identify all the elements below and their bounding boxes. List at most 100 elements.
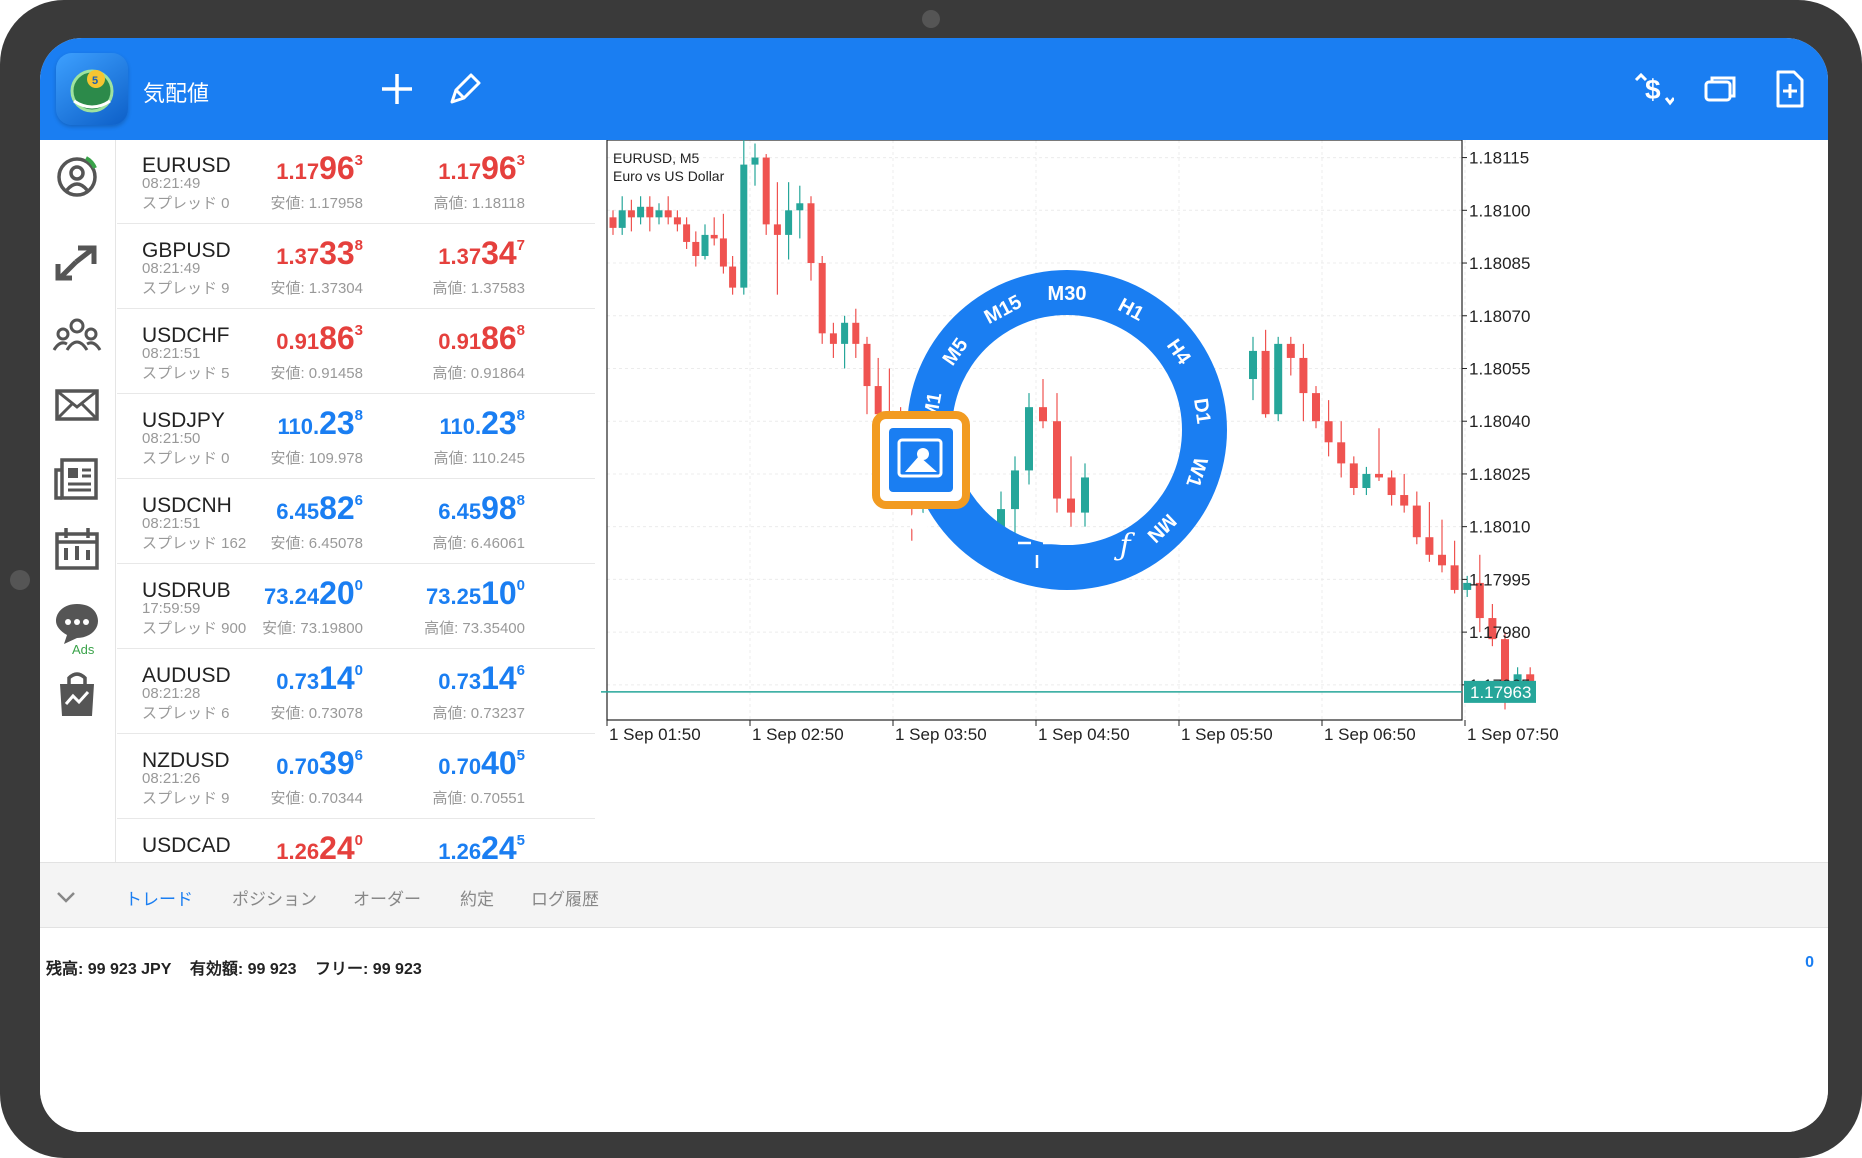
candle-body [618,210,626,228]
timeframe-d1[interactable]: D1 [1189,397,1214,425]
gear-icon [909,512,929,532]
candle-body [1362,473,1371,488]
quote-row[interactable]: NZDUSD 08:21:26 スプレッド 9 0.70396 0.70405 安値: 0… [117,735,595,819]
low-value: 安値: 0.73078 [270,705,363,722]
x-tick-label: 1 Sep 06:50 [1324,725,1416,744]
y-tick-label: 1.18040 [1469,412,1530,431]
candle-body [1312,393,1320,422]
candle-body [719,238,727,267]
quote-row[interactable]: AUDUSD 08:21:28 スプレッド 6 0.73140 0.73146 安値: 0… [117,650,595,734]
x-tick-label: 1 Sep 03:50 [895,725,987,744]
candle-body [1450,565,1459,590]
candle-body [683,224,691,242]
candle-body [1249,350,1257,380]
high-value: 高値: 0.91864 [432,365,525,382]
pencil-icon[interactable] [444,68,486,110]
candle-body [874,386,882,415]
app-logo-icon[interactable]: 5 [56,53,128,125]
high-value: 高値: 1.18118 [433,195,525,212]
candle-body [673,217,681,225]
timeframe-m30[interactable]: M30 [1048,283,1087,305]
quote-row[interactable]: EURUSD 08:21:49 スプレッド 0 1.17963 1.17963 安値: 1… [117,140,595,224]
chart-area[interactable]: 1.18115 1.18100 1.18085 1.18070 1.18055 1.180… [601,140,1828,862]
chevron-down-icon[interactable] [52,883,80,911]
candle-body [1412,505,1421,538]
quote-row[interactable]: USDRUB 17:59:59 スプレッド 900 73.24200 73.25100 安… [117,565,595,649]
candle-body [1337,442,1346,464]
plus-icon[interactable] [376,68,418,110]
quote-row[interactable]: USDCAD 1.26240 1.26245 [117,820,595,862]
camera [922,10,940,28]
ask-price: 0.70405 [438,745,525,781]
candle-body [796,203,804,211]
candle-body [1067,498,1075,513]
quotes-icon[interactable] [48,148,106,206]
low-value: 安値: 0.70344 [270,790,363,807]
candle-body [1261,350,1270,415]
low-value: 安値: 0.91458 [270,365,363,382]
add-document-icon[interactable] [1768,68,1810,110]
candle-body [1081,477,1089,513]
tab-orders[interactable]: オーダー [353,885,421,910]
bid-price: 1.37338 [276,235,363,271]
x-tick-label: 1 Sep 02:50 [752,725,844,744]
bid-price: 6.45826 [276,490,363,526]
ask-price: 6.45988 [438,490,525,526]
x-tick-label: 1 Sep 05:50 [1181,725,1273,744]
tab-deals[interactable]: 約定 [460,885,494,910]
quote-row[interactable]: USDJPY 08:21:50 スプレッド 0 110.238 110.238 安値: 1… [117,395,595,479]
quote-row[interactable]: USDCNH 08:21:51 スプレッド 162 6.45826 6.45988 安値:… [117,480,595,564]
tablet-frame: 5 気配値 $ Ads EURUSD 08:21:49 スプレッド 0 1.17963… [0,0,1862,1158]
tab-trade[interactable]: トレード [125,885,193,910]
bid-price: 1.26240 [276,830,363,862]
candle-body [1039,407,1047,422]
ask-price: 73.25100 [426,575,525,611]
candle-body [701,234,709,256]
screen: 5 気配値 $ Ads EURUSD 08:21:49 スプレッド 0 1.17963… [40,38,1828,1132]
low-value: 安値: 73.19800 [262,620,363,637]
mail-icon[interactable] [48,376,106,434]
free-margin-value: フリー: 99 923 [315,961,422,978]
chart-symbol: EURUSD, M5 [613,150,700,166]
tab-log-history[interactable]: ログ履歴 [531,885,599,910]
chat-icon[interactable] [48,594,106,652]
quotes-list: EURUSD 08:21:49 スプレッド 0 1.17963 1.17963 安値: 1… [117,140,601,862]
y-tick-label: 1.17995 [1469,570,1530,589]
calendar-icon[interactable] [48,520,106,578]
tab-positions[interactable]: ポジション [232,885,317,910]
candle-body [1324,421,1333,443]
market-bag-icon[interactable] [48,666,106,724]
candle-body [1438,554,1446,566]
candle-body [740,164,748,288]
community-icon[interactable] [48,306,106,364]
x-tick-label: 1 Sep 07:50 [1467,725,1559,744]
candle-body [863,343,871,387]
chart-description: Euro vs US Dollar [613,168,725,184]
high-value: 高値: 110.245 [433,450,525,467]
candle-body [1025,407,1033,471]
bid-price: 0.91863 [276,320,363,356]
price-chart[interactable]: 1.18115 1.18100 1.18085 1.18070 1.18055 1.180… [601,140,1828,862]
chart-frame [606,140,1463,721]
account-summary: 残高: 99 923 JPY 有効額: 99 923 フリー: 99 923 [46,955,436,979]
bid-price: 1.17963 [276,150,363,186]
ask-price: 110.238 [439,405,525,441]
low-value: 安値: 6.45078 [270,535,363,552]
quote-row[interactable]: USDCHF 08:21:51 スプレッド 5 0.91863 0.91868 安値: 0… [117,310,595,394]
ask-price: 1.17963 [438,150,525,186]
chart-arrows-icon[interactable] [48,234,106,292]
candle-body [829,333,837,344]
candle-body [664,210,672,218]
low-value: 安値: 1.17958 [270,195,363,212]
windows-icon[interactable] [1700,68,1742,110]
quote-row[interactable]: GBPUSD 08:21:49 スプレッド 9 1.37338 1.37347 安値: 1… [117,225,595,309]
news-icon[interactable] [48,450,106,508]
y-tick-label: 1.18085 [1469,254,1530,273]
current-price-label: 1.17963 [1470,683,1531,702]
candle-body [751,157,759,165]
high-value: 高値: 0.70551 [432,790,525,807]
candle-body [655,210,663,218]
candle-body [637,206,645,218]
dollar-swap-icon[interactable]: $ [1632,68,1674,110]
ask-price: 0.73146 [438,660,525,696]
